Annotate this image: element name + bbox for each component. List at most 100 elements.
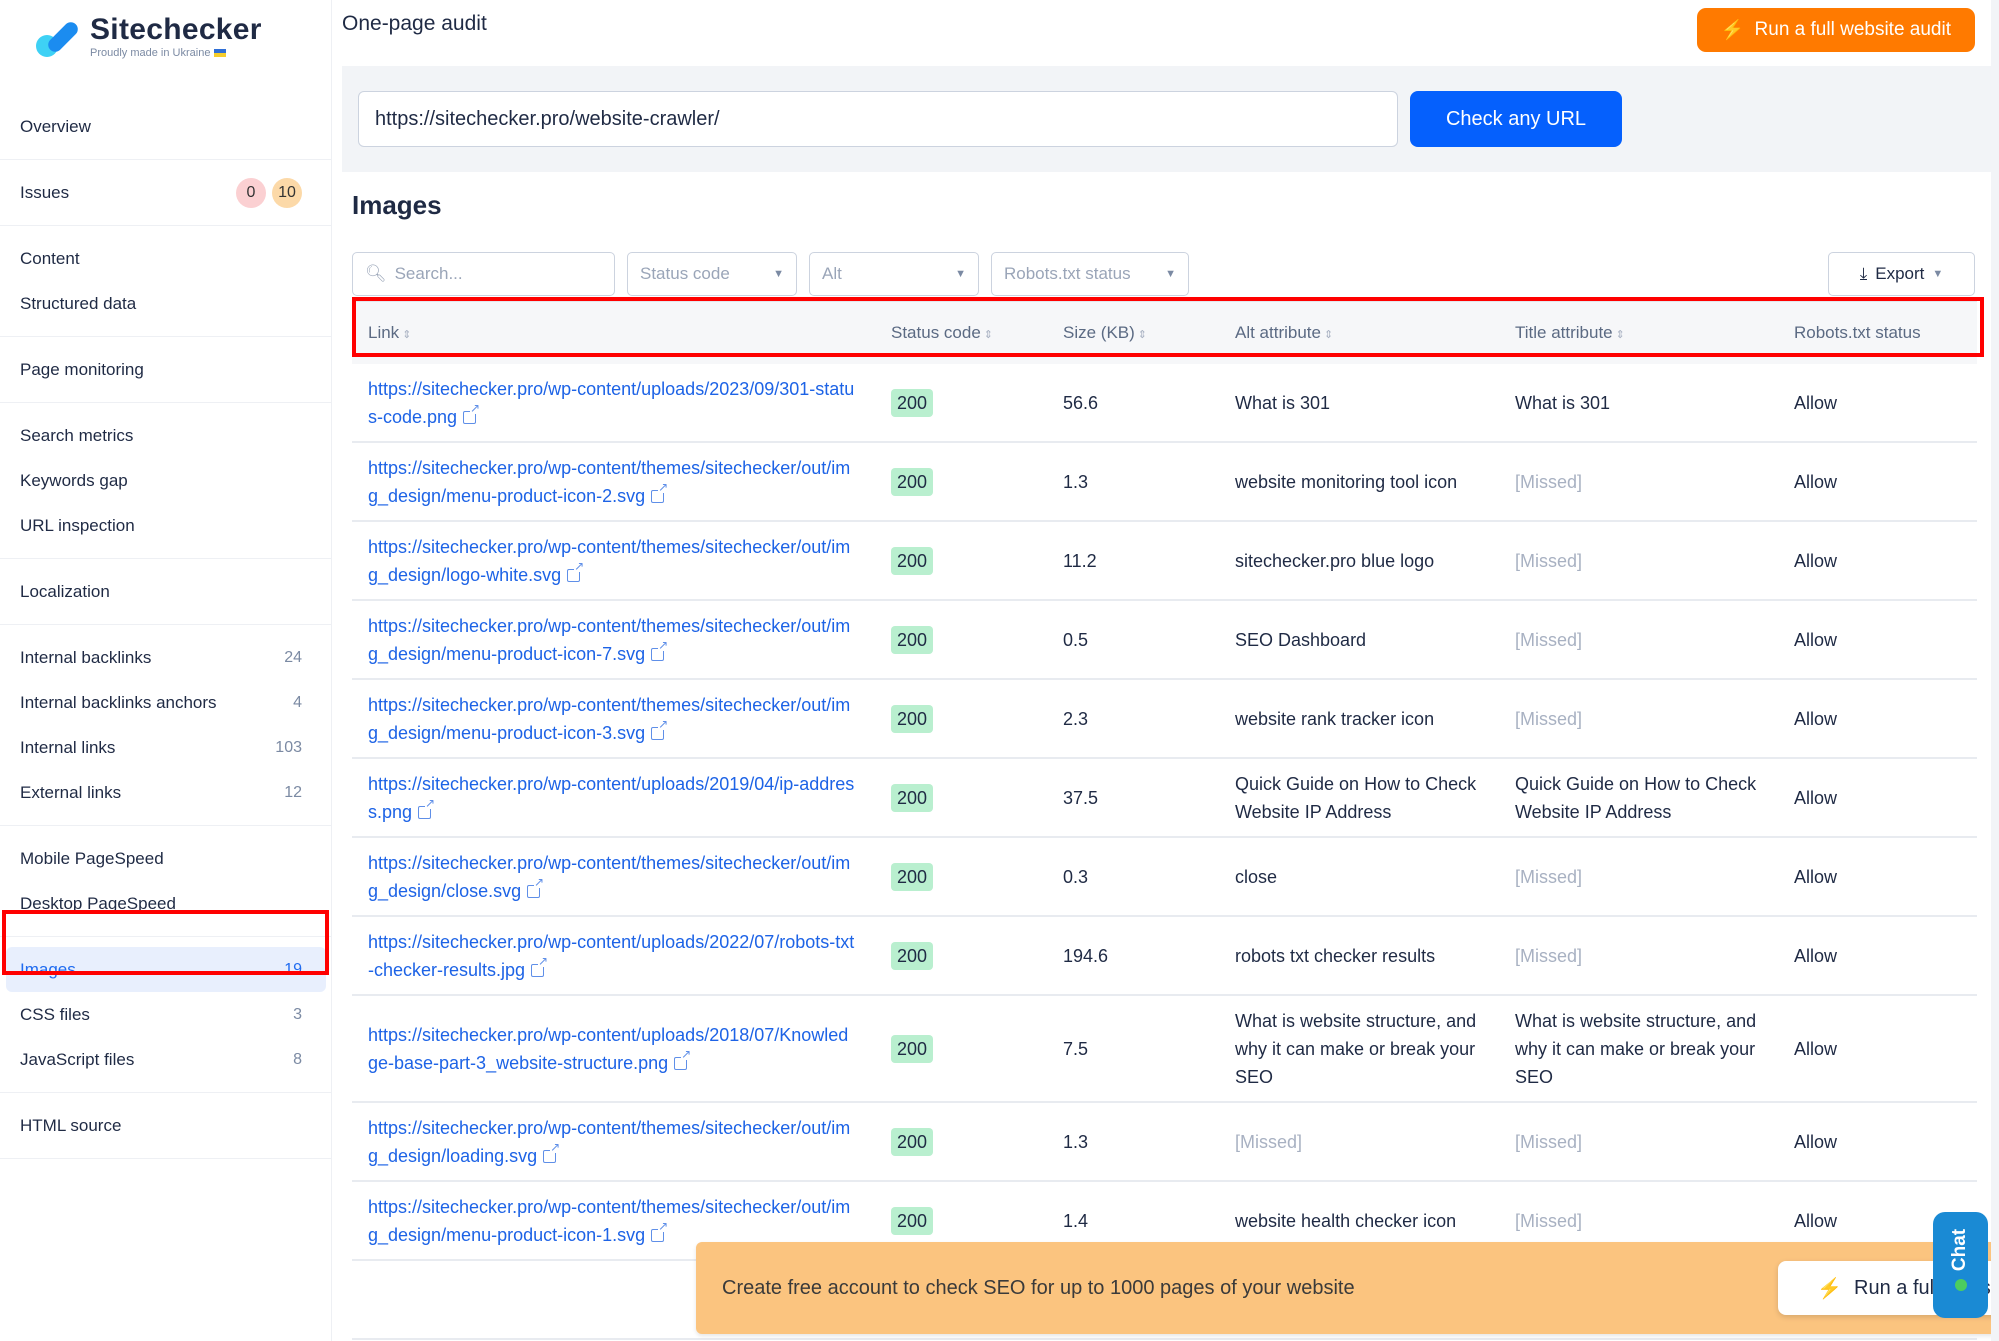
image-link[interactable]: https://sitechecker.pro/wp-content/theme… (368, 691, 875, 747)
external-link-icon[interactable] (651, 638, 669, 661)
url-input[interactable] (358, 91, 1398, 147)
size-value: 0.5 (1063, 629, 1089, 650)
title-attribute: [Missed] (1515, 629, 1583, 650)
image-link[interactable]: https://sitechecker.pro/wp-content/theme… (368, 612, 875, 668)
sidebar-group: Localization (0, 559, 332, 625)
robots-status: Allow (1794, 787, 1838, 808)
robots-status: Allow (1794, 945, 1838, 966)
sidebar-item-url-inspection[interactable]: URL inspection (0, 503, 332, 548)
alt-attribute: SEO Dashboard (1235, 629, 1367, 650)
image-link[interactable]: https://sitechecker.pro/wp-content/theme… (368, 454, 875, 510)
logo-checkmark-icon (36, 18, 81, 57)
image-link[interactable]: https://sitechecker.pro/wp-content/theme… (368, 533, 875, 589)
sidebar-item-issues[interactable]: Issues 0 10 (0, 170, 332, 215)
sidebar-item-label: Mobile PageSpeed (20, 848, 164, 868)
sidebar-group: Issues 0 10 (0, 160, 332, 226)
logo[interactable]: Sitechecker Proudly made in Ukraine (36, 14, 262, 59)
size-value: 1.3 (1063, 1131, 1089, 1152)
robots-status: Allow (1794, 1038, 1838, 1059)
status-code-filter[interactable]: Status code ▼ (627, 252, 797, 296)
table-row: https://sitechecker.pro/wp-content/theme… (352, 680, 1977, 759)
robots-status: Allow (1794, 1131, 1838, 1152)
image-link[interactable]: https://sitechecker.pro/wp-content/theme… (368, 849, 875, 905)
highlight-box (352, 297, 1984, 357)
image-link[interactable]: https://sitechecker.pro/wp-content/uploa… (368, 928, 875, 984)
banner-text: Create free account to check SEO for up … (722, 1276, 1355, 1299)
chevron-down-icon: ▼ (1165, 268, 1176, 280)
external-link-icon[interactable] (463, 401, 481, 424)
image-link[interactable]: https://sitechecker.pro/wp-content/uploa… (368, 1021, 875, 1077)
status-badge: 200 (891, 546, 934, 575)
check-url-button[interactable]: Check any URL (1410, 91, 1622, 147)
image-link[interactable]: https://sitechecker.pro/wp-content/uploa… (368, 770, 875, 826)
sidebar-item-internal-links[interactable]: Internal links 103 (0, 725, 332, 770)
external-link-icon[interactable] (651, 717, 669, 740)
sidebar-item-javascript-files[interactable]: JavaScript files 8 (0, 1037, 332, 1082)
table-row: https://sitechecker.pro/wp-content/uploa… (352, 364, 1977, 443)
title-attribute: What is 301 (1515, 392, 1611, 413)
sidebar-item-internal-backlinks-anchors[interactable]: Internal backlinks anchors 4 (0, 680, 332, 725)
external-link-icon[interactable] (527, 875, 545, 898)
sidebar-item-keywords-gap[interactable]: Keywords gap (0, 458, 332, 503)
size-value: 1.3 (1063, 471, 1089, 492)
title-attribute: [Missed] (1515, 1210, 1583, 1231)
sidebar-item-html-source[interactable]: HTML source (0, 1103, 332, 1148)
chevron-down-icon: ▼ (773, 268, 784, 280)
external-link-icon[interactable] (543, 1140, 561, 1163)
sidebar-item-count: 8 (293, 1050, 302, 1068)
sidebar-item-mobile-pagespeed[interactable]: Mobile PageSpeed (0, 836, 332, 881)
sidebar-group: HTML source (0, 1093, 332, 1159)
sidebar-item-label: Page monitoring (20, 359, 144, 379)
external-link-icon[interactable] (651, 1219, 669, 1242)
image-link[interactable]: https://sitechecker.pro/wp-content/theme… (368, 1114, 875, 1170)
external-link-icon[interactable] (418, 796, 436, 819)
size-value: 194.6 (1063, 945, 1109, 966)
sidebar-item-label: Structured data (20, 293, 137, 313)
title-attribute: [Missed] (1515, 708, 1583, 729)
sidebar-item-css-files[interactable]: CSS files 3 (0, 992, 332, 1037)
sidebar-item-content[interactable]: Content (0, 236, 332, 281)
sidebar-item-page-monitoring[interactable]: Page monitoring (0, 347, 332, 392)
sidebar-item-count: 103 (275, 738, 302, 756)
page-title: One-page audit (342, 11, 487, 35)
sidebar-item-overview[interactable]: Overview (0, 104, 332, 149)
external-link-icon[interactable] (651, 480, 669, 503)
sidebar-item-localization[interactable]: Localization (0, 569, 332, 614)
table-row: https://sitechecker.pro/wp-content/theme… (352, 838, 1977, 917)
size-value: 11.2 (1063, 550, 1097, 571)
external-link-icon[interactable] (674, 1047, 692, 1070)
sidebar-item-label: Internal backlinks (20, 647, 152, 667)
export-button[interactable]: ⤓ Export ▼ (1828, 252, 1975, 296)
main-content: One-page audit ⚡ Run a full website audi… (332, 0, 1999, 1341)
size-value: 7.5 (1063, 1038, 1089, 1059)
robots-status-filter[interactable]: Robots.txt status ▼ (991, 252, 1189, 296)
search-input[interactable]: 🔍︎ Search... (352, 252, 615, 296)
external-link-icon[interactable] (567, 559, 585, 582)
sidebar-group: Content Structured data (0, 226, 332, 337)
sidebar-item-label: HTML source (20, 1115, 122, 1135)
robots-status: Allow (1794, 708, 1838, 729)
external-link-icon[interactable] (531, 954, 549, 977)
alt-attribute: What is 301 (1235, 392, 1331, 413)
chat-widget[interactable]: Chat (1933, 1212, 1988, 1318)
status-badge: 200 (891, 862, 934, 891)
sidebar-item-search-metrics[interactable]: Search metrics (0, 413, 332, 458)
sidebar-item-label: Internal links (20, 737, 116, 757)
table-row: https://sitechecker.pro/wp-content/uploa… (352, 917, 1977, 996)
sidebar-item-label: Issues (20, 182, 70, 202)
highlight-box (2, 910, 329, 975)
scrollbar[interactable] (1991, 0, 1999, 1341)
image-link[interactable]: https://sitechecker.pro/wp-content/theme… (368, 1193, 875, 1249)
title-attribute: Quick Guide on How to Check Website IP A… (1515, 773, 1757, 822)
run-full-audit-button[interactable]: ⚡ Run a full website audit (1696, 7, 1975, 52)
alt-filter[interactable]: Alt ▼ (809, 252, 979, 296)
alt-attribute: website rank tracker icon (1235, 708, 1435, 729)
search-icon: 🔍︎ (365, 264, 387, 283)
status-badge: 200 (891, 625, 934, 654)
sidebar-item-internal-backlinks[interactable]: Internal backlinks 24 (0, 635, 332, 680)
image-link[interactable]: https://sitechecker.pro/wp-content/uploa… (368, 375, 875, 431)
sidebar-item-structured-data[interactable]: Structured data (0, 281, 332, 326)
alt-attribute: close (1235, 866, 1278, 887)
sidebar-item-count: 4 (293, 693, 302, 711)
sidebar-item-external-links[interactable]: External links 12 (0, 770, 332, 815)
